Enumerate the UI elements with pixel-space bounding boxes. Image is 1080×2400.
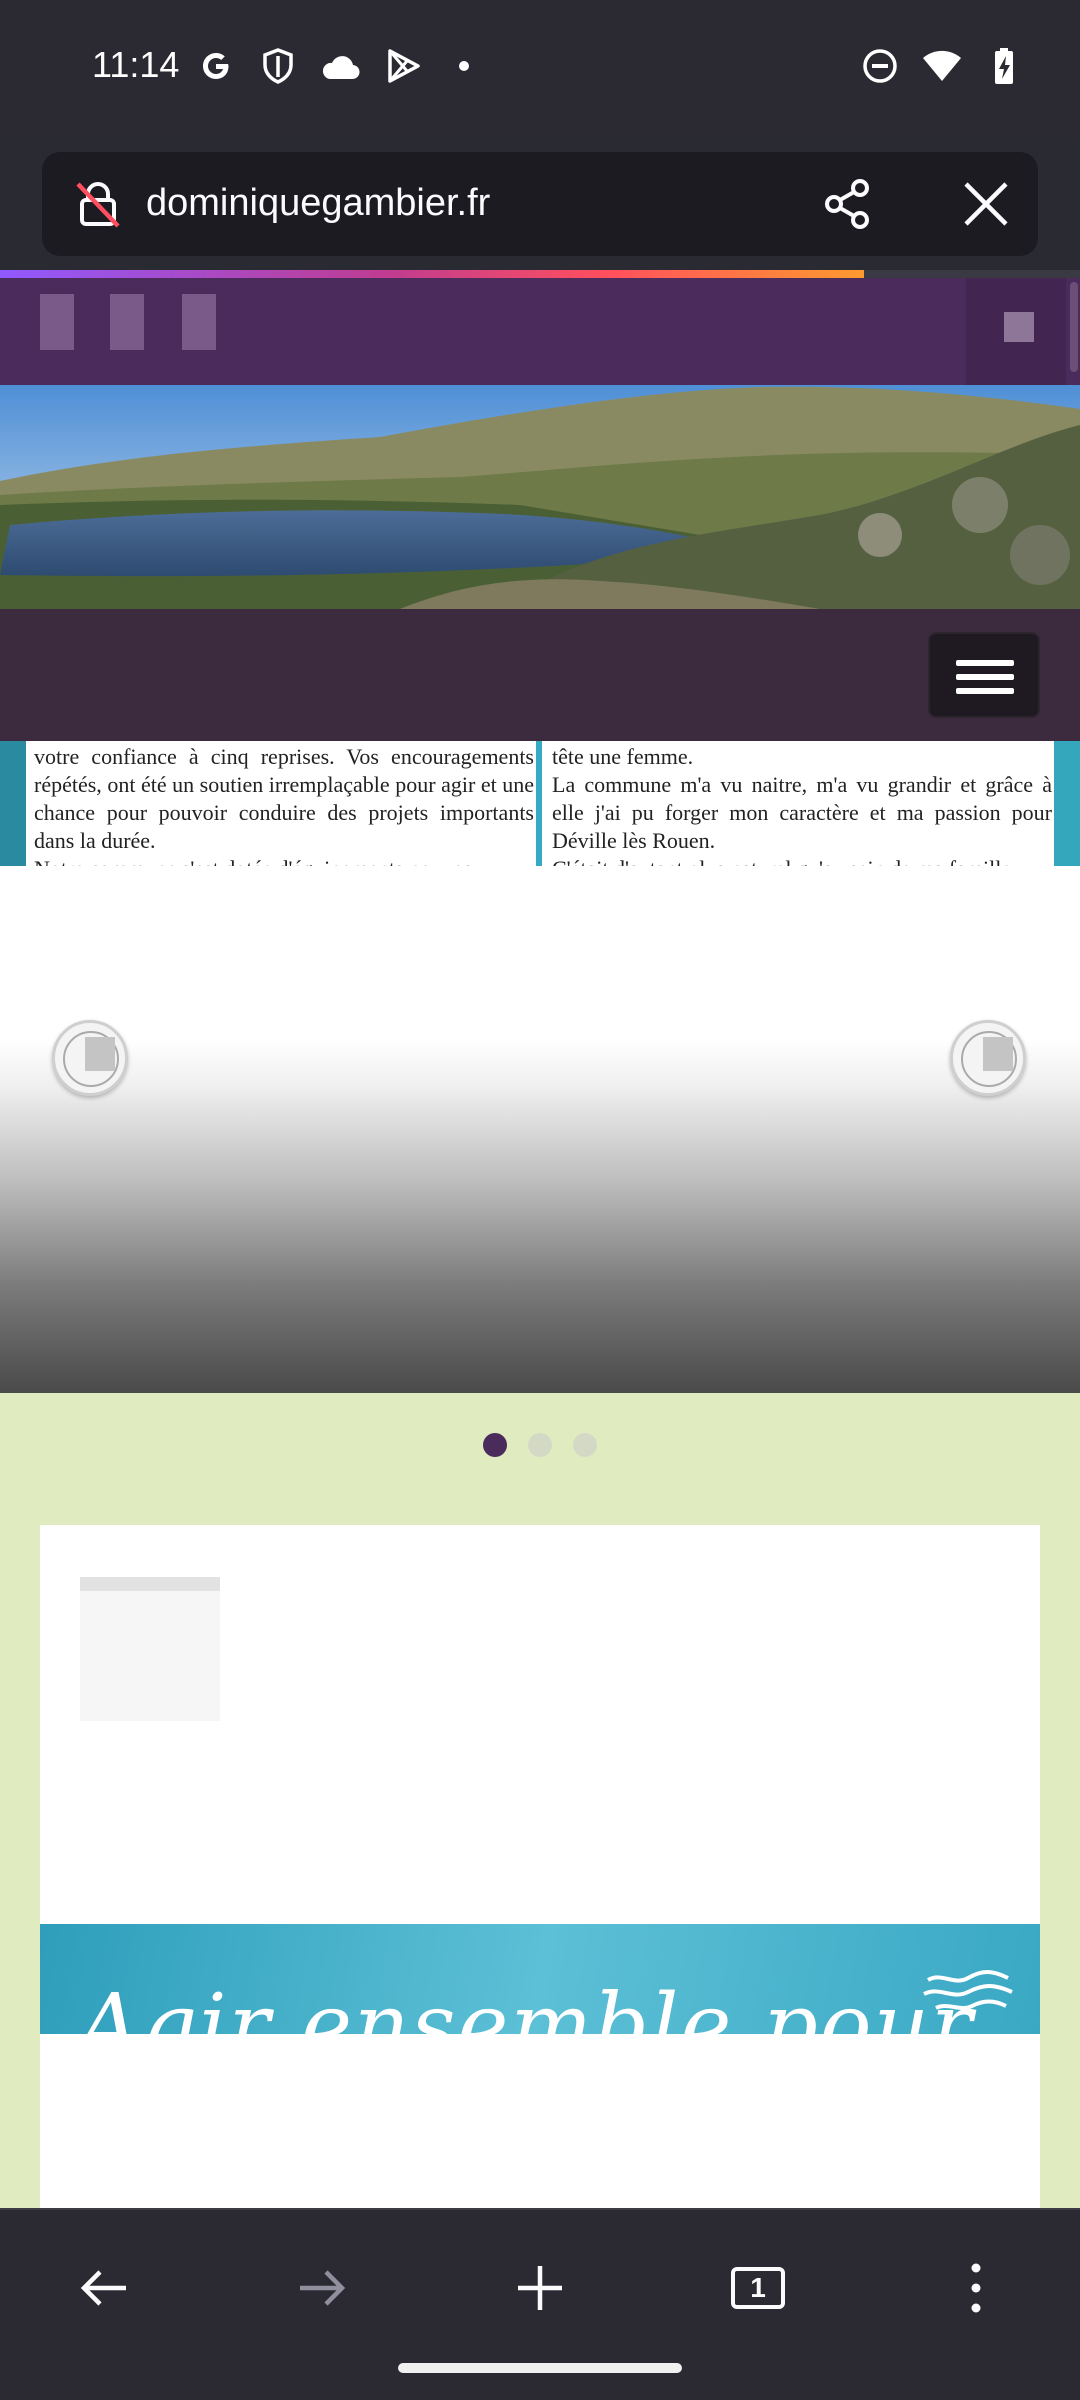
- search-toggle[interactable]: [966, 278, 1066, 385]
- tab-counter[interactable]: 1: [722, 2252, 794, 2324]
- plus-icon[interactable]: [504, 2252, 576, 2324]
- google-icon: [196, 46, 236, 86]
- article-paragraph: votre confiance à cinq reprises. Vos enc…: [34, 744, 534, 853]
- cloud-icon: [320, 46, 360, 86]
- search-placeholder-icon: [1004, 312, 1034, 342]
- do-not-disturb-icon: [860, 46, 900, 86]
- card-banner-text: Agir ensemble pour: [78, 1976, 975, 2034]
- status-icons-right: [860, 46, 1024, 86]
- status-time: 11:14: [92, 44, 180, 85]
- url-text[interactable]: dominiquegambier.fr: [146, 182, 490, 225]
- content-card: Agir ensemble pour: [40, 1525, 1040, 2208]
- page-load-progress: [0, 270, 864, 278]
- article-paragraph: C'était d'autant plus naturel qu'au sein…: [552, 855, 1052, 866]
- share-icon[interactable]: [820, 176, 876, 232]
- social-placeholder-icon[interactable]: [182, 294, 216, 350]
- status-icons-left: [196, 46, 484, 86]
- pagination-dot[interactable]: [573, 1433, 597, 1457]
- dot-icon: [444, 46, 484, 86]
- shield-icon: [258, 46, 298, 86]
- header-banner-image: [0, 385, 1080, 609]
- forward-arrow-icon[interactable]: [286, 2252, 358, 2324]
- article-excerpt: votre confiance à cinq reprises. Vos enc…: [0, 741, 1080, 866]
- image-slider: [0, 866, 1080, 1393]
- slider-next-icon[interactable]: [950, 1020, 1026, 1096]
- article-paragraph: La commune m'a vu naitre, m'a vu grandir…: [552, 772, 1052, 853]
- hamburger-menu-icon[interactable]: [928, 632, 1040, 718]
- wifi-icon: [922, 46, 962, 86]
- back-arrow-icon[interactable]: [68, 2252, 140, 2324]
- article-paragraph: tête une femme.: [552, 744, 694, 769]
- article-column-left: votre confiance à cinq reprises. Vos enc…: [34, 743, 534, 866]
- close-icon[interactable]: [958, 176, 1014, 232]
- social-placeholder-icon[interactable]: [110, 294, 144, 350]
- pagination-dot[interactable]: [528, 1433, 552, 1457]
- article-paragraph: Notre commune s'est dotée d'équipements …: [34, 855, 534, 866]
- battery-charging-icon: [984, 46, 1024, 86]
- card-banner-image[interactable]: Agir ensemble pour: [40, 1924, 1040, 2034]
- site-top-bar: [0, 278, 1080, 385]
- social-placeholder-icon[interactable]: [40, 294, 74, 350]
- card-thumbnail[interactable]: [80, 1577, 220, 1721]
- slider-pagination: [0, 1433, 1080, 1457]
- main-navigation: [0, 609, 1080, 741]
- article-column-right: tête une femme. La commune m'a vu naitre…: [552, 743, 1052, 866]
- pagination-dot[interactable]: [483, 1433, 507, 1457]
- insecure-lock-icon[interactable]: [70, 176, 126, 232]
- wave-logo-icon: [923, 1970, 1013, 2010]
- more-vertical-icon[interactable]: [940, 2252, 1012, 2324]
- play-store-icon: [382, 46, 422, 86]
- page-scrollbar[interactable]: [1070, 282, 1078, 372]
- slider-prev-icon[interactable]: [52, 1020, 128, 1096]
- status-bar: 11:14: [0, 0, 1080, 140]
- home-indicator[interactable]: [398, 2363, 682, 2373]
- web-content: votre confiance à cinq reprises. Vos enc…: [0, 278, 1080, 2208]
- address-bar[interactable]: dominiquegambier.fr: [42, 152, 1038, 256]
- tab-count: 1: [731, 2267, 785, 2309]
